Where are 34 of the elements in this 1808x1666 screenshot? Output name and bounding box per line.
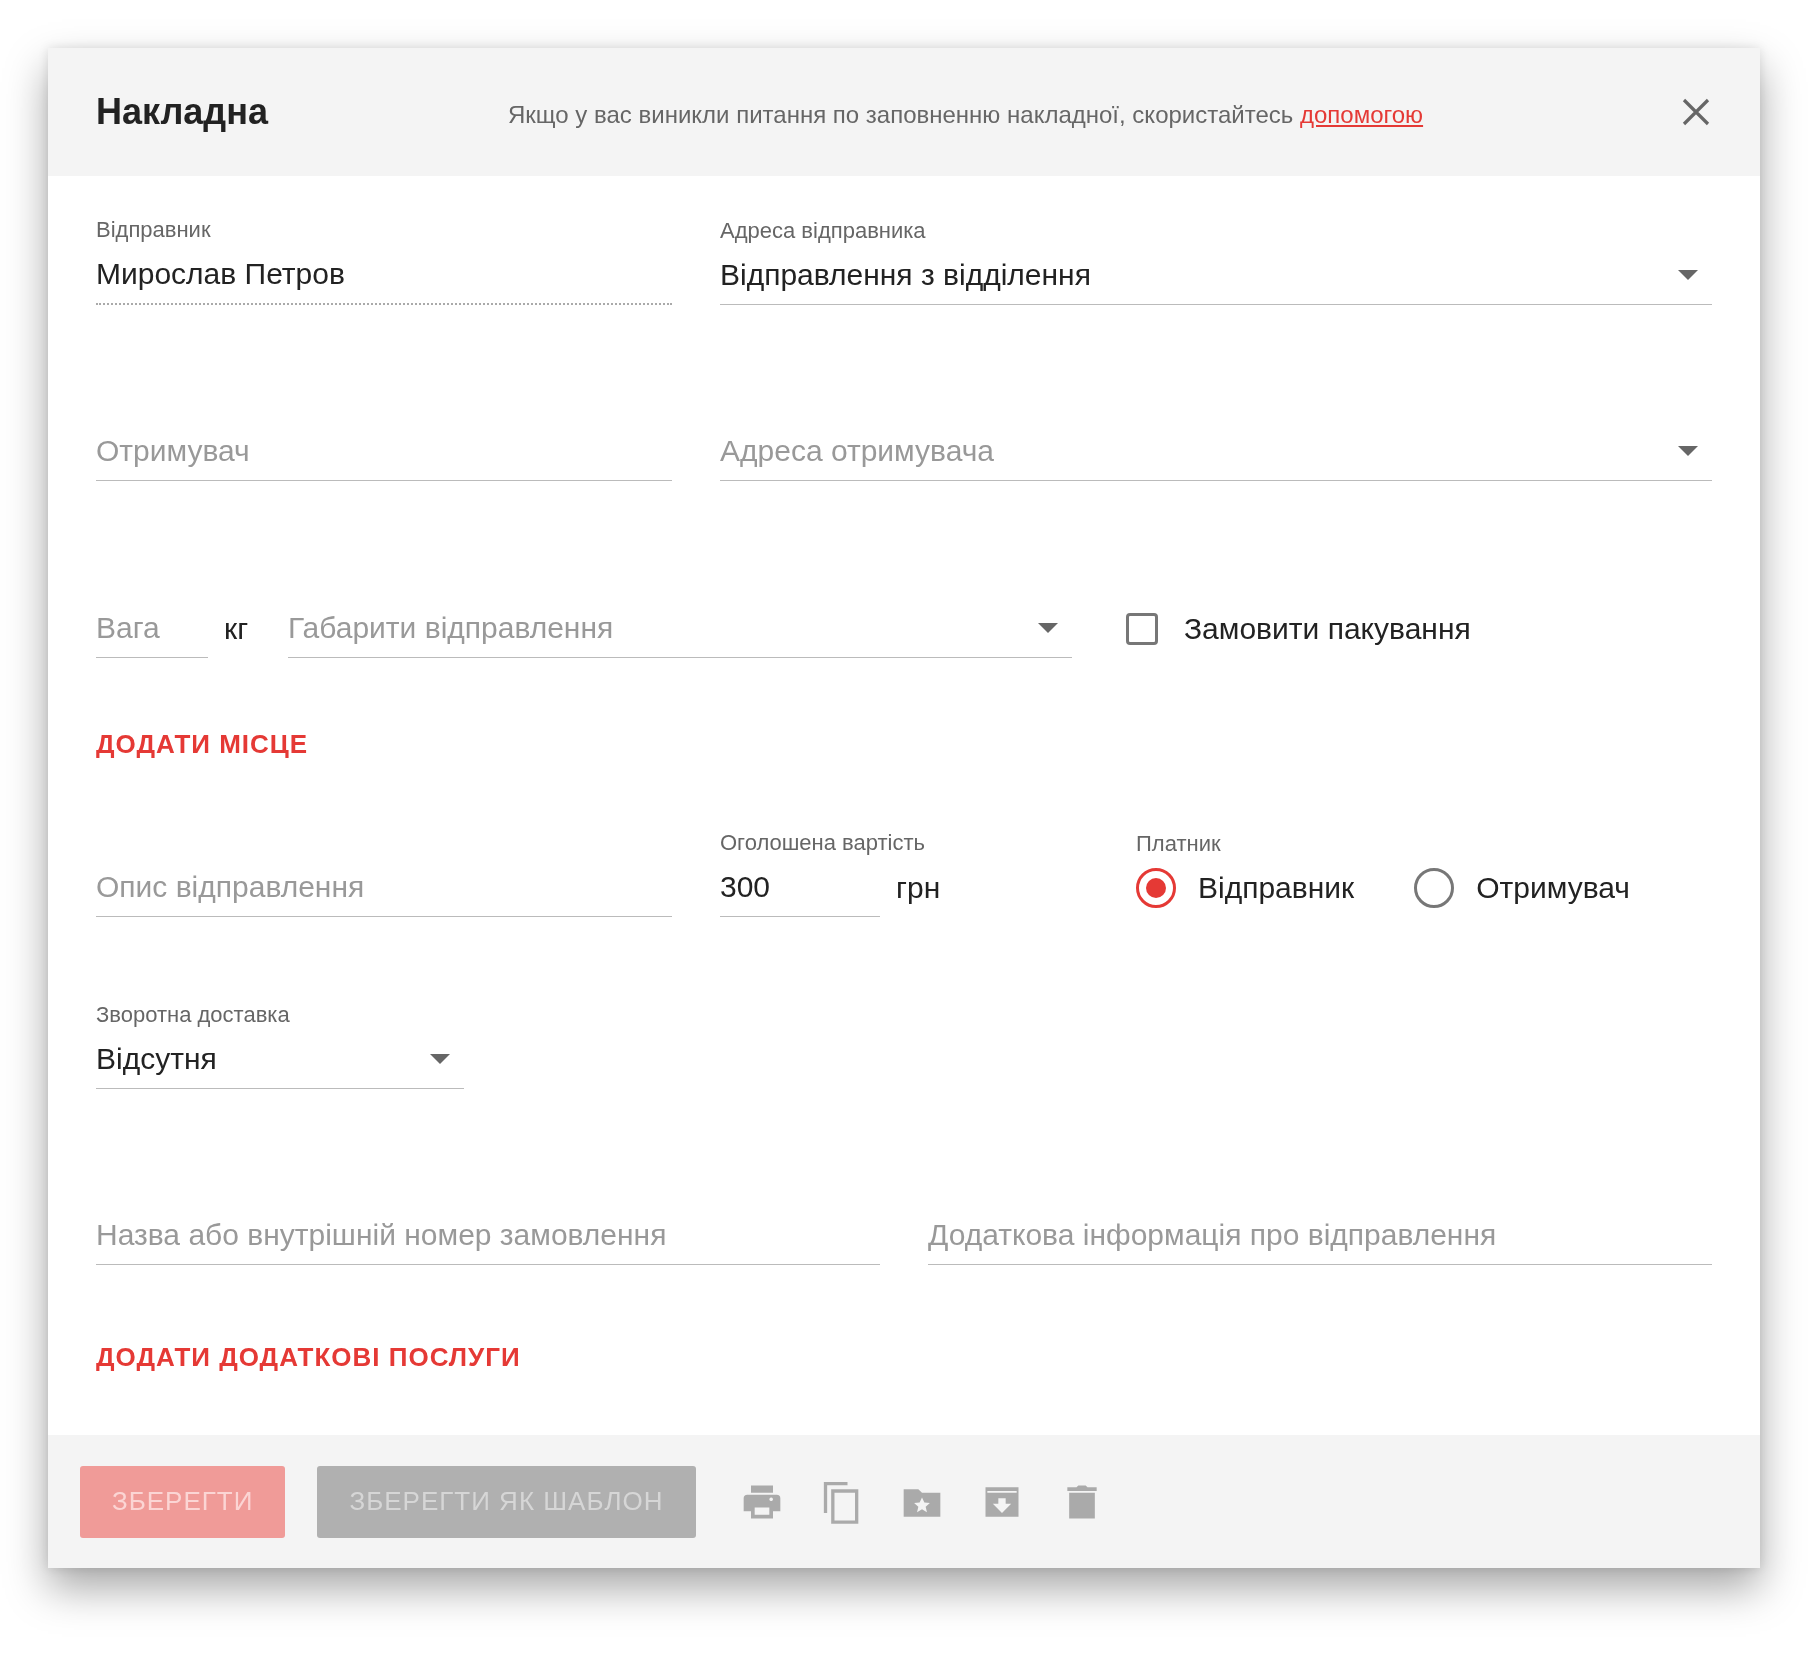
add-services-link[interactable]: ДОДАТИ ДОДАТКОВІ ПОСЛУГИ xyxy=(96,1341,521,1373)
caret-icon xyxy=(1678,270,1698,280)
value-field[interactable]: 300 xyxy=(720,858,880,916)
unit-label: грн xyxy=(896,870,942,906)
caret-icon xyxy=(430,1054,450,1064)
checkbox[interactable] xyxy=(1126,613,1158,645)
field-label: Зворотна доставка xyxy=(96,1002,291,1029)
close-icon[interactable] xyxy=(1680,96,1712,128)
add-place-link[interactable]: ДОДАТИ МІСЦЕ xyxy=(96,728,309,760)
field-label: Адреса відправника xyxy=(720,218,927,245)
additional-info-field[interactable]: Додаткова інформація про відправлення xyxy=(928,1206,1712,1264)
sender-field[interactable]: Мирослав Петров xyxy=(96,245,672,303)
help-link[interactable]: допомогою xyxy=(1299,101,1424,128)
description-field[interactable]: Опис відправлення xyxy=(96,858,672,916)
radio-button[interactable] xyxy=(1414,868,1455,908)
order-number-field[interactable]: Назва або внутрішній номер замовлення xyxy=(96,1206,880,1264)
radio-button[interactable] xyxy=(1136,868,1176,908)
recipient-field[interactable]: Отримувач xyxy=(96,422,672,480)
weight-field[interactable]: Вага xyxy=(96,599,208,657)
return-delivery-dropdown[interactable]: Відсутня xyxy=(96,1030,430,1088)
unit-label: кг xyxy=(224,611,250,647)
field-label: Платник xyxy=(1136,831,1222,858)
dialog-title: Накладна xyxy=(96,91,270,133)
radio-label: Отримувач xyxy=(1476,871,1630,905)
caret-icon xyxy=(1678,446,1698,456)
address-dropdown[interactable]: Відправлення з відділення xyxy=(720,246,1678,304)
caret-icon xyxy=(1038,623,1058,633)
dimensions-dropdown[interactable]: Габарити відправлення xyxy=(288,599,1038,657)
help-text: Якщо у вас виникли питання по заповненню накладної, скористайтесь допомогою xyxy=(508,100,1425,129)
checkbox-label: Замовити пакування xyxy=(1184,612,1471,646)
field-label: Відправник xyxy=(96,217,212,244)
radio-label: Відправник xyxy=(1198,871,1355,905)
address-dropdown[interactable]: Адреса отримувача xyxy=(720,422,1678,480)
field-label: Оголошена вартість xyxy=(720,830,926,857)
